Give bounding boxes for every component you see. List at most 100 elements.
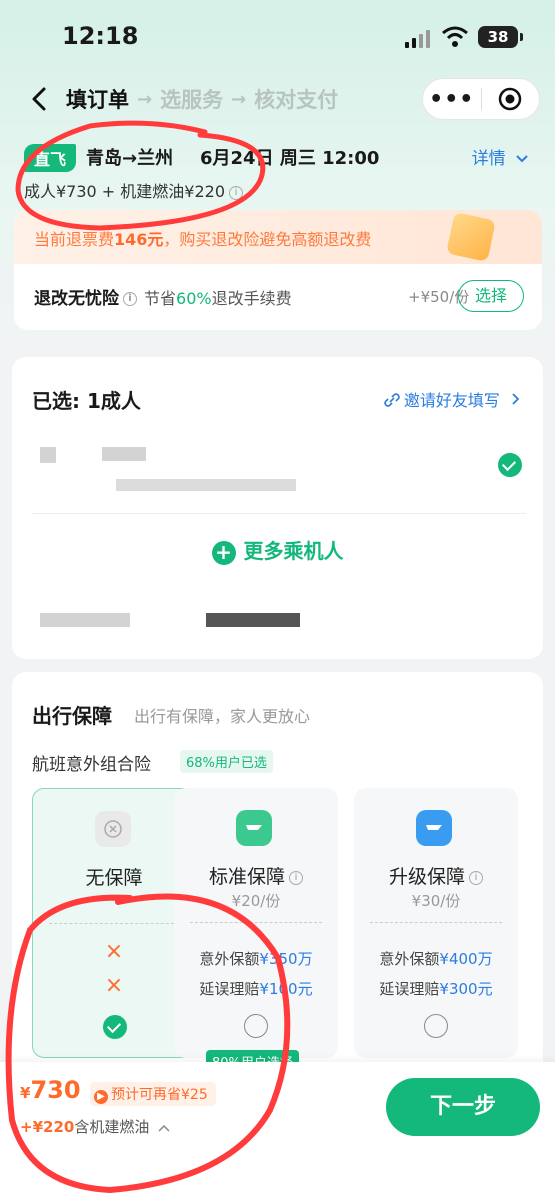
checkout-bar: ¥730 ▶ 预计可再省¥25 +¥220含机建燃油 下一步 — [0, 1062, 555, 1200]
redacted-contact-label — [40, 613, 130, 627]
plan-delay-claim: 延误理赔¥100元 — [174, 978, 338, 999]
cellular-signal-icon — [405, 30, 430, 48]
battery-icon: 38 — [478, 26, 523, 48]
link-icon — [384, 393, 400, 407]
coverage-value: ¥350万 — [259, 950, 313, 968]
flight-route: 青岛→兰州 — [86, 148, 174, 169]
plan-radio[interactable] — [244, 1014, 268, 1038]
refund-insurance-name: 退改无忧险 — [34, 289, 119, 309]
redacted-contact-phone — [206, 613, 300, 627]
insurance-popularity-badge: 68%用户已选 — [180, 750, 273, 773]
coverage-value: ¥400万 — [439, 950, 493, 968]
info-icon[interactable]: i — [289, 870, 303, 885]
desc-percent: 60% — [176, 289, 212, 308]
status-time: 12:18 — [62, 22, 139, 50]
shield-plane-icon — [416, 810, 452, 846]
plan-standard[interactable]: 标准保障i ¥20/份 意外保额¥350万 延误理赔¥100元 80%用户选择 — [174, 788, 338, 1073]
refund-insurance-row: 退改无忧险 i 节省60%退改手续费 +¥50/份 选择 — [14, 264, 542, 330]
plan-name: 升级保障 — [388, 866, 465, 888]
insurance-product-name: 航班意外组合险 — [32, 755, 151, 775]
redacted-passenger-name — [40, 447, 56, 463]
back-icon[interactable] — [26, 84, 54, 114]
fuel-fee-summary[interactable]: +¥220含机建燃油 — [20, 1116, 170, 1137]
travel-protection-subtitle: 出行有保障，家人更放心 — [134, 707, 311, 726]
play-icon: ▶ — [94, 1090, 108, 1104]
add-more-label: 更多乘机人 — [243, 539, 344, 563]
step-arrow-icon: → — [137, 88, 153, 110]
total-price[interactable]: ¥730 — [20, 1076, 81, 1104]
plan-divider — [49, 923, 179, 924]
travel-protection-title: 出行保障 — [32, 704, 112, 728]
coin-icon — [446, 212, 496, 262]
passenger-selected-check-icon[interactable] — [498, 453, 522, 477]
plan-name-wrap: 标准保障 i — [174, 862, 338, 889]
plus-icon: + — [211, 540, 236, 565]
info-icon[interactable]: i — [469, 870, 483, 885]
saving-tip: ▶ 预计可再省¥25 — [90, 1082, 216, 1106]
plan-name: 标准保障 — [208, 866, 285, 888]
miniapp-capsule: ••• — [422, 78, 540, 120]
delay-label: 延误理赔 — [199, 980, 260, 998]
step-arrow-icon: → — [231, 88, 247, 110]
shield-plane-icon — [236, 810, 272, 846]
fuel-fee-amount: +¥220 — [20, 1118, 75, 1136]
more-options-icon[interactable]: ••• — [423, 87, 481, 112]
delay-value: ¥300元 — [439, 980, 493, 998]
fare-text: 成人¥730 + 机建燃油¥220 — [24, 182, 226, 201]
chevron-right-icon — [512, 393, 520, 405]
plan-upgraded[interactable]: 升级保障 i ¥30/份 意外保额¥400万 延误理赔¥300元 — [354, 788, 518, 1058]
fuel-fee-text: 含机建燃油 — [74, 1118, 150, 1136]
passenger-card: 已选: 1成人 邀请好友填写 + 更多乘机人 — [12, 357, 543, 659]
saving-tip-text: 预计可再省¥25 — [111, 1087, 208, 1103]
invite-friend-link[interactable]: 邀请好友填写 — [384, 387, 521, 411]
selected-passengers-title: 已选: 1成人 — [32, 389, 141, 413]
plan-divider — [190, 922, 322, 923]
flight-detail-link[interactable]: 详情 — [472, 144, 529, 169]
step-select-service: 选服务 — [160, 88, 224, 112]
info-icon[interactable]: i — [229, 185, 244, 200]
currency-symbol: ¥ — [20, 1084, 31, 1102]
plan-divider — [370, 922, 502, 923]
plan-delay-claim: 延误理赔¥300元 — [354, 978, 518, 999]
refund-insurance-desc: 节省60%退改手续费 — [144, 285, 292, 309]
refund-fee-suffix: ，购买退改险避免高额退改费 — [163, 230, 372, 249]
refund-fee-prefix: 当前退票费 — [34, 230, 115, 249]
plan-radio[interactable] — [424, 1014, 448, 1038]
status-bar: 12:18 38 — [0, 20, 555, 56]
plan-accident-coverage: 意外保额¥350万 — [174, 948, 338, 969]
cross-icon: × — [104, 973, 124, 998]
next-step-button[interactable]: 下一步 — [386, 1078, 540, 1136]
order-steps: 填订单 → 选服务 → 核对支付 — [66, 84, 338, 114]
chevron-up-icon — [158, 1124, 170, 1132]
info-icon[interactable]: i — [123, 292, 137, 306]
coverage-label: 意外保额 — [199, 950, 260, 968]
plan-no-protection[interactable]: 无保障 × × — [32, 788, 196, 1058]
step-check-pay: 核对支付 — [254, 88, 339, 112]
delay-value: ¥100元 — [259, 980, 313, 998]
refund-fee-amount: 146元 — [114, 230, 164, 249]
plan-price: ¥30/份 — [411, 892, 461, 910]
invite-label: 邀请好友填写 — [403, 391, 500, 410]
plan-selected-check-icon — [103, 1015, 127, 1039]
plan-name: 无保障 — [85, 867, 143, 889]
coverage-label: 意外保额 — [379, 950, 440, 968]
wifi-icon — [442, 26, 468, 52]
add-more-passengers-button[interactable]: + 更多乘机人 — [12, 535, 543, 565]
plan-name-wrap: 升级保障 i — [354, 862, 518, 889]
fare-breakdown: 成人¥730 + 机建燃油¥220 i — [24, 178, 244, 202]
desc-prefix: 节省 — [144, 289, 177, 308]
refund-insurance-card: 当前退票费146元，购买退改险避免高额退改费 退改无忧险 i 节省60%退改手续费… — [14, 210, 542, 330]
cross-icon: × — [104, 939, 124, 964]
detail-label: 详情 — [471, 149, 506, 169]
delay-label: 延误理赔 — [379, 980, 440, 998]
plan-accident-coverage: 意外保额¥400万 — [354, 948, 518, 969]
no-protection-icon — [95, 811, 131, 847]
select-refund-insurance-button[interactable]: 选择 — [458, 280, 524, 312]
redacted-passenger-id — [116, 479, 296, 491]
divider — [32, 513, 526, 514]
nav-bar: 填订单 → 选服务 → 核对支付 ••• — [0, 78, 555, 122]
plan-price: ¥20/份 — [231, 892, 281, 910]
redacted-passenger-name — [102, 447, 146, 461]
refund-fee-text: 当前退票费146元，购买退改险避免高额退改费 — [34, 226, 371, 250]
close-miniapp-icon[interactable] — [481, 86, 539, 112]
